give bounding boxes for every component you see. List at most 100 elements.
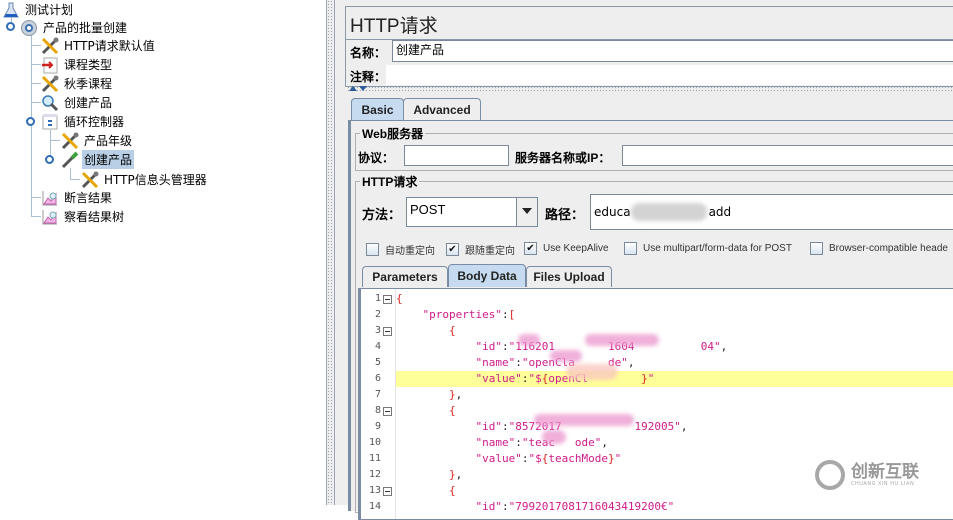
config-wrench-icon bbox=[61, 132, 79, 150]
fold-toggle-icon[interactable] bbox=[383, 295, 392, 304]
expand-toggle[interactable] bbox=[26, 117, 35, 126]
method-select[interactable]: POST bbox=[406, 197, 538, 227]
line-number: 10 bbox=[368, 437, 381, 448]
http-request-panel: HTTP请求 名称： 创建产品 注释： Basic Advanced Web服务… bbox=[335, 0, 953, 520]
tree-connector bbox=[31, 64, 41, 65]
path-value-start: educa bbox=[594, 205, 631, 219]
basic-tab-panel: Web服务器 协议： 服务器名称或IP： HTTP请求 方法： POST 路径：… bbox=[348, 120, 953, 520]
tab-advanced[interactable]: Advanced bbox=[403, 98, 481, 121]
redacted-area bbox=[566, 364, 618, 380]
tab-files-upload[interactable]: Files Upload bbox=[526, 266, 612, 287]
checkbox-box[interactable] bbox=[810, 242, 823, 255]
tree-node-thread-group[interactable]: 产品的批量创建 bbox=[20, 18, 129, 37]
fold-toggle-icon[interactable] bbox=[383, 487, 392, 496]
checkbox-auto-redirect[interactable]: 自动重定向 bbox=[366, 242, 435, 257]
checkbox-follow-redirect[interactable]: ✔ 跟随重定向 bbox=[446, 242, 515, 257]
server-input[interactable] bbox=[622, 145, 953, 166]
path-input[interactable]: educa add bbox=[590, 194, 953, 230]
code-line: 5 "name":"openCla de", bbox=[361, 355, 953, 371]
checkbox-box[interactable] bbox=[366, 243, 379, 256]
collapse-down-icon[interactable] bbox=[359, 86, 367, 91]
comment-label: 注释： bbox=[350, 70, 387, 84]
tree-node-http-defaults[interactable]: HTTP请求默认值 bbox=[41, 36, 157, 55]
tree-connector bbox=[31, 197, 41, 198]
watermark-logo-icon bbox=[815, 460, 845, 490]
checkmark-icon[interactable]: ✔ bbox=[524, 242, 537, 255]
tree-node-header-manager[interactable]: HTTP信息头管理器 bbox=[81, 170, 209, 189]
code-text: }, bbox=[449, 468, 463, 481]
tree-connector bbox=[31, 83, 41, 84]
code-line: 7 }, bbox=[361, 387, 953, 403]
line-number: 12 bbox=[368, 469, 381, 480]
fold-toggle-icon[interactable] bbox=[383, 407, 392, 416]
listener-graph-icon bbox=[41, 208, 59, 226]
expand-toggle[interactable] bbox=[6, 22, 15, 31]
redacted-area bbox=[534, 414, 634, 426]
config-wrench-icon bbox=[41, 37, 59, 55]
comment-input[interactable] bbox=[386, 65, 953, 85]
code-text: "id":"7992017081716043419200€" bbox=[475, 500, 675, 513]
tree-node-course-type[interactable]: 课程类型 bbox=[41, 55, 114, 74]
tree-node-test-plan[interactable]: 测试计划 bbox=[2, 0, 75, 19]
collapse-divider[interactable] bbox=[347, 86, 953, 92]
code-text: "name":"teac ode", bbox=[475, 436, 609, 449]
tree-node-loop-controller[interactable]: 循环控制器 bbox=[41, 112, 126, 131]
tree-node-create-product-2[interactable]: 创建产品 bbox=[61, 150, 135, 169]
code-line: 9 "id":"8572017 192005", bbox=[361, 419, 953, 435]
test-plan-flask-icon bbox=[2, 1, 20, 19]
tree-connector bbox=[31, 216, 41, 217]
web-server-legend: Web服务器 bbox=[360, 125, 426, 142]
checkmark-icon[interactable]: ✔ bbox=[446, 243, 459, 256]
line-number: 3 bbox=[374, 325, 381, 336]
protocol-input[interactable] bbox=[404, 145, 509, 166]
expand-toggle[interactable] bbox=[45, 155, 54, 164]
tree-node-product-grade[interactable]: 产品年级 bbox=[61, 131, 134, 150]
line-number: 11 bbox=[368, 453, 381, 464]
chevron-down-icon[interactable] bbox=[516, 198, 537, 226]
method-label: 方法： bbox=[362, 207, 402, 222]
name-label: 名称： bbox=[350, 46, 387, 60]
listener-graph-icon bbox=[41, 189, 59, 207]
http-request-legend: HTTP请求 bbox=[360, 173, 420, 190]
thread-group-gear-icon bbox=[20, 19, 38, 37]
checkbox-box[interactable] bbox=[624, 242, 637, 255]
line-number: 7 bbox=[374, 389, 381, 400]
line-number: 2 bbox=[374, 309, 381, 320]
tab-body-data[interactable]: Body Data bbox=[448, 264, 526, 287]
test-plan-tree[interactable]: 测试计划 产品的批量创建 HTTP请求默认值 课程类型 秋季课程 创建产品 循环… bbox=[0, 0, 326, 505]
code-line: 10 "name":"teac ode", bbox=[361, 435, 953, 451]
tree-node-autumn-course[interactable]: 秋季课程 bbox=[41, 74, 114, 93]
tree-node-create-product-1[interactable]: 创建产品 bbox=[41, 93, 114, 112]
tab-basic[interactable]: Basic bbox=[351, 98, 404, 121]
line-number: 6 bbox=[374, 373, 381, 384]
tree-node-view-results-tree[interactable]: 察看结果树 bbox=[41, 207, 126, 226]
redacted-area bbox=[542, 430, 566, 444]
tab-parameters[interactable]: Parameters bbox=[362, 266, 448, 287]
checkbox-browser-headers[interactable]: Browser-compatible heade bbox=[810, 242, 948, 255]
title-box: HTTP请求 bbox=[345, 6, 953, 40]
csv-data-icon bbox=[41, 56, 59, 74]
collapse-up-icon[interactable] bbox=[349, 86, 357, 91]
magnifier-icon bbox=[41, 94, 59, 112]
checkbox-multipart[interactable]: Use multipart/form-data for POST bbox=[624, 242, 792, 255]
code-text: { bbox=[449, 324, 456, 337]
redacted-area bbox=[518, 334, 540, 346]
line-number: 9 bbox=[374, 421, 381, 432]
name-input[interactable]: 创建产品 bbox=[392, 40, 953, 62]
split-pane-divider[interactable] bbox=[326, 0, 335, 505]
redacted-area bbox=[631, 203, 707, 221]
code-text: }, bbox=[449, 388, 463, 401]
tree-node-assertion-results[interactable]: 断言结果 bbox=[41, 188, 114, 207]
sampler-pipette-icon bbox=[61, 151, 79, 169]
code-text: { bbox=[449, 484, 456, 497]
redacted-area bbox=[550, 350, 582, 362]
name-comment-box: 名称： 创建产品 注释： bbox=[345, 38, 953, 87]
line-number: 13 bbox=[368, 485, 381, 496]
server-label: 服务器名称或IP： bbox=[515, 151, 611, 165]
watermark-subtitle: CHUANG XIN HU LIAN bbox=[851, 481, 915, 487]
web-server-group: Web服务器 协议： 服务器名称或IP： bbox=[355, 125, 953, 171]
checkbox-keepalive[interactable]: ✔ Use KeepAlive bbox=[524, 242, 609, 255]
tree-connector bbox=[70, 168, 71, 179]
redacted-area bbox=[585, 334, 659, 346]
fold-toggle-icon[interactable] bbox=[383, 327, 392, 336]
